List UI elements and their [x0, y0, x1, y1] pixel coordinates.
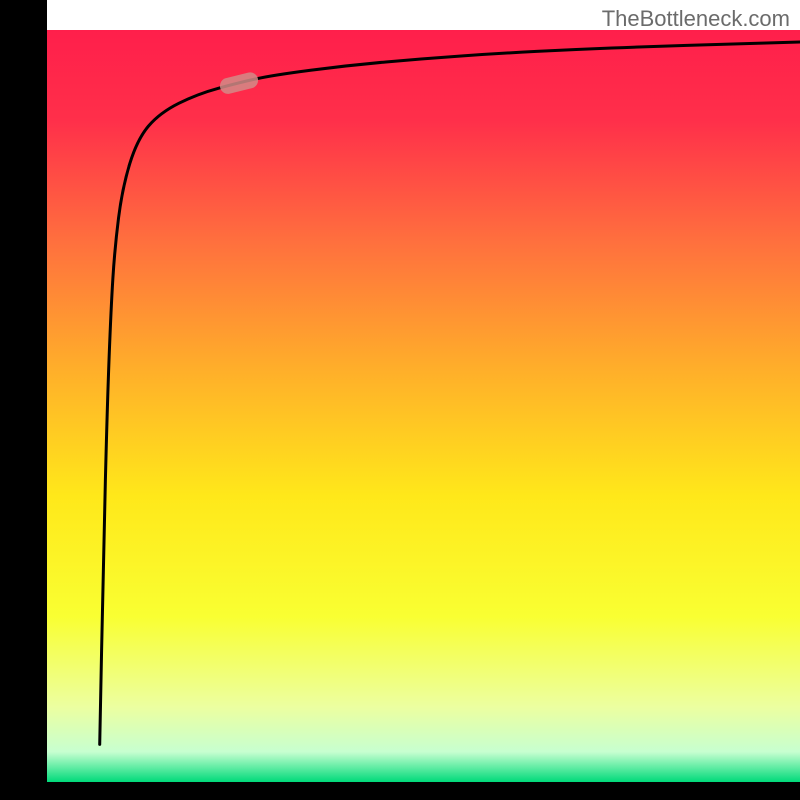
plot-background — [47, 30, 800, 782]
chart-svg — [0, 0, 800, 800]
chart-container: TheBottleneck.com — [0, 0, 800, 800]
frame-left — [0, 0, 47, 800]
frame-bottom — [0, 782, 800, 800]
watermark-label: TheBottleneck.com — [602, 6, 790, 32]
